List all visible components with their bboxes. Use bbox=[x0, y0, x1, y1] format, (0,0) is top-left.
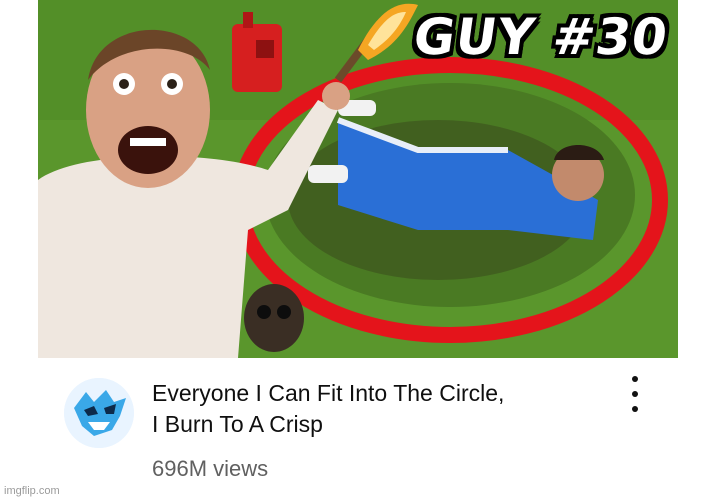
video-card[interactable]: GUY #30 Everyone I Can Fit Into The Circ… bbox=[0, 0, 721, 499]
video-title-line-2: I Burn To A Crisp bbox=[152, 411, 323, 437]
video-thumbnail[interactable]: GUY #30 bbox=[38, 0, 678, 358]
menu-dot bbox=[632, 376, 638, 382]
thumbnail-overlay-text: GUY #30 bbox=[410, 8, 673, 66]
channel-avatar[interactable] bbox=[64, 378, 134, 448]
more-vert-icon[interactable] bbox=[624, 376, 646, 412]
watermark: imgflip.com bbox=[4, 485, 60, 497]
video-meta: Everyone I Can Fit Into The Circle, I Bu… bbox=[38, 358, 678, 499]
view-count: 696M views bbox=[152, 456, 269, 481]
beast-logo-icon bbox=[64, 378, 134, 448]
menu-dot bbox=[632, 406, 638, 412]
skull bbox=[244, 284, 304, 352]
video-title-line-1: Everyone I Can Fit Into The Circle, bbox=[152, 380, 505, 406]
menu-dot bbox=[632, 391, 638, 397]
video-title[interactable]: Everyone I Can Fit Into The Circle, I Bu… bbox=[152, 378, 572, 440]
gas-can bbox=[232, 12, 282, 92]
